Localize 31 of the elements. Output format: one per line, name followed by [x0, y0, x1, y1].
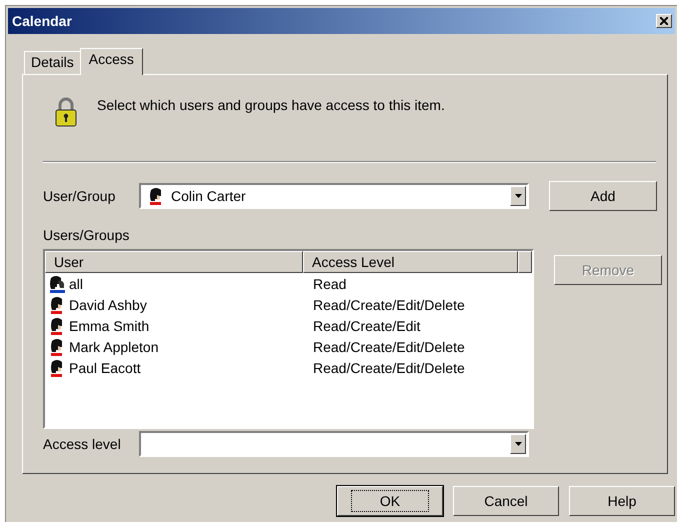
dialog-button[interactable]: OK — [337, 486, 443, 516]
dialog-button[interactable]: Cancel — [453, 486, 559, 516]
access-level: Read — [313, 276, 346, 292]
padlock-icon — [55, 97, 77, 127]
add-button[interactable]: Add — [549, 181, 657, 211]
group-icon — [48, 274, 66, 292]
dropdown-arrow-icon — [514, 442, 522, 446]
description: Select which users and groups have access to this item. — [97, 97, 445, 113]
user-name[interactable]: Emma Smith — [69, 318, 150, 334]
user-name[interactable]: Mark Appleton — [69, 338, 158, 354]
user-name[interactable]: Paul Eacott — [69, 360, 141, 376]
window-title: Calendar — [12, 13, 72, 29]
user-group-dropdown[interactable]: Colin Carter — [139, 183, 529, 209]
access-level: Read/Create/Edit/Delete — [313, 296, 465, 312]
tab[interactable]: Access — [80, 48, 143, 75]
user-name[interactable]: David Ashby — [69, 296, 147, 312]
list-label: Users/Groups — [43, 227, 130, 243]
access-level: Read/Create/Edit/Delete — [313, 360, 465, 376]
close-icon — [660, 17, 668, 25]
dialog-button[interactable]: Help — [569, 486, 675, 516]
close-button[interactable] — [656, 14, 672, 28]
access-level: Read/Create/Edit — [313, 318, 420, 334]
access-level-label: Access level — [43, 436, 122, 452]
user-group-label: User/Group — [43, 188, 116, 204]
column-header[interactable]: User — [45, 251, 303, 273]
user-name[interactable]: all — [69, 276, 84, 292]
access-level-dropdown[interactable] — [139, 431, 529, 457]
access-level: Read/Create/Edit/Delete — [313, 338, 465, 354]
tab[interactable]: Details — [24, 51, 81, 74]
column-header[interactable]: Access Level — [303, 251, 518, 273]
dropdown-arrow-icon — [514, 194, 522, 198]
